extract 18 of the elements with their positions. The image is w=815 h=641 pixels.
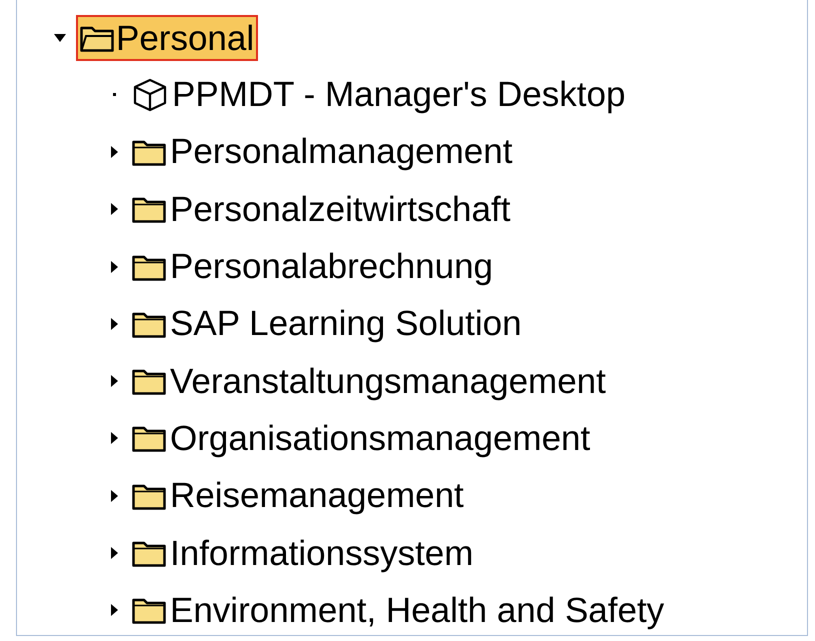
expand-arrow-icon[interactable] [108,603,120,618]
folder-icon [132,367,166,396]
expand-arrow-icon[interactable] [108,488,120,503]
expand-arrow-icon[interactable] [108,260,120,274]
folder-icon [132,539,166,568]
folder-icon [80,24,114,52]
folder-icon [132,195,166,224]
folder-icon [132,424,166,452]
expand-arrow-icon[interactable] [108,546,120,560]
expand-arrow-icon[interactable] [108,316,120,331]
node-label: Personal [116,20,254,56]
tree-node[interactable]: Personal [76,15,258,61]
expand-arrow-icon[interactable] [108,431,120,446]
cube-icon [132,78,168,112]
expand-arrow-icon[interactable] [108,202,120,216]
folder-icon [132,596,166,624]
expand-arrow-icon[interactable] [108,144,120,159]
expand-arrow-icon[interactable] [108,374,120,388]
